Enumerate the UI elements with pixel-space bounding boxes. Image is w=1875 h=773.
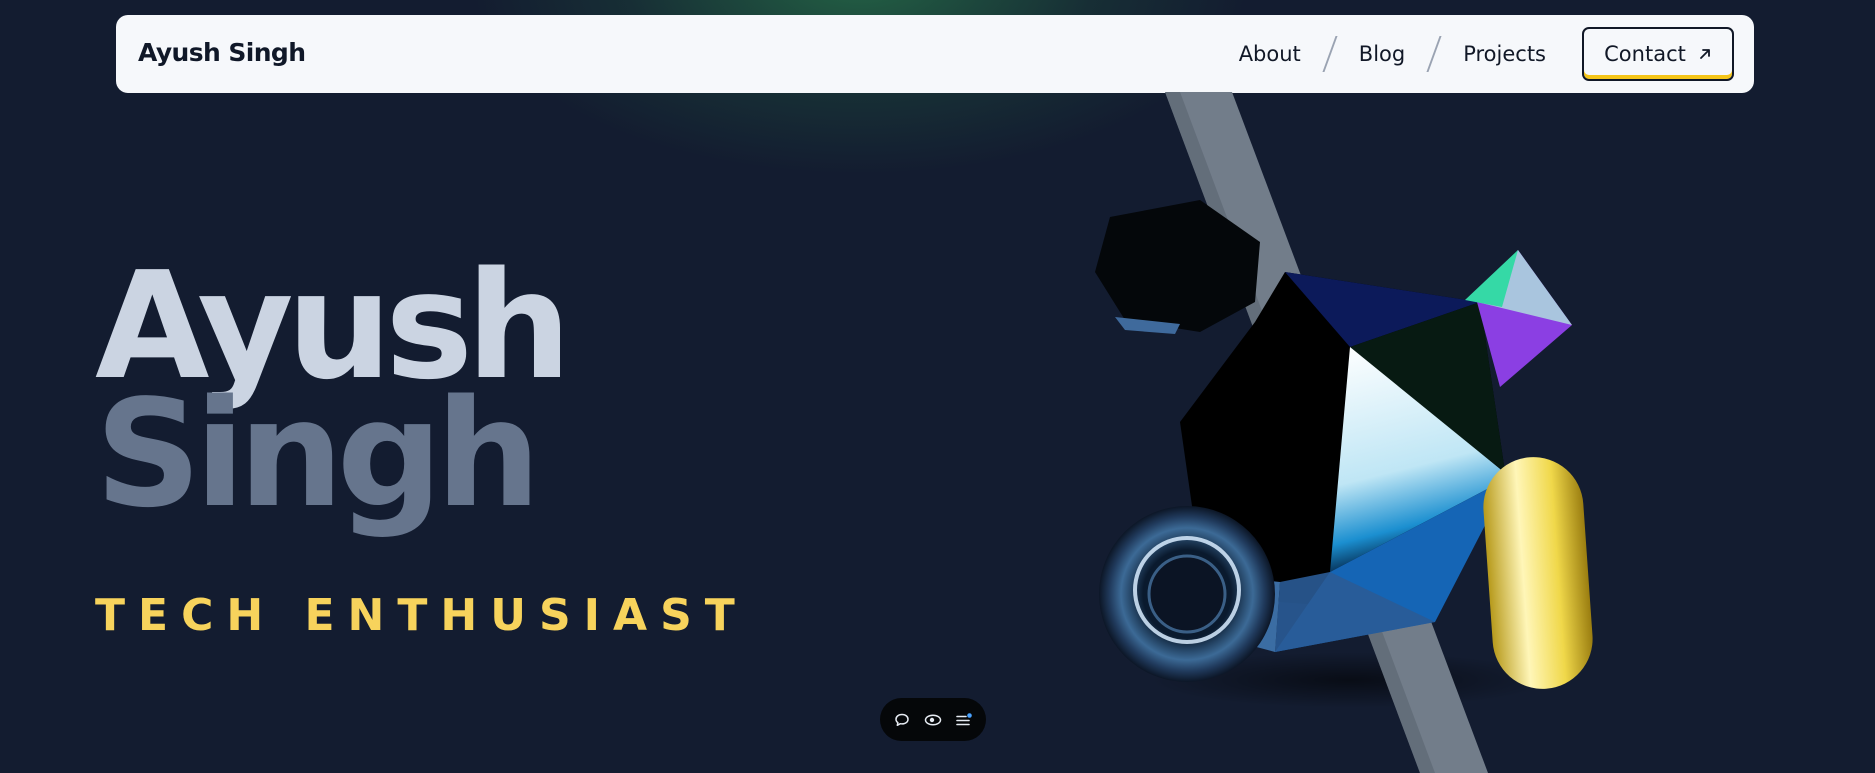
hero-subtitle: TECH ENTHUSIAST: [95, 590, 748, 641]
bottom-dock: [880, 698, 986, 741]
nav-links: About Blog Projects Contact: [1239, 26, 1734, 82]
contact-button[interactable]: Contact: [1582, 27, 1734, 81]
nav-link-about[interactable]: About: [1239, 42, 1301, 66]
brand-logo[interactable]: Ayush Singh: [138, 38, 306, 67]
nav-link-projects[interactable]: Projects: [1463, 42, 1546, 66]
nav-separator: [1322, 36, 1338, 72]
nav-separator: [1426, 36, 1442, 72]
arrow-up-right-icon: [1698, 47, 1712, 61]
nav-link-blog[interactable]: Blog: [1359, 42, 1405, 66]
3d-shapes-scene: [1095, 92, 1593, 773]
menu-icon[interactable]: [955, 711, 973, 729]
eye-icon[interactable]: [924, 711, 942, 729]
hero-title: Ayush Singh: [95, 252, 572, 540]
navbar: Ayush Singh About Blog Projects Contact: [116, 15, 1754, 93]
hero-last-name: Singh: [95, 368, 541, 540]
contact-label: Contact: [1604, 42, 1686, 66]
chat-icon[interactable]: [893, 711, 911, 729]
